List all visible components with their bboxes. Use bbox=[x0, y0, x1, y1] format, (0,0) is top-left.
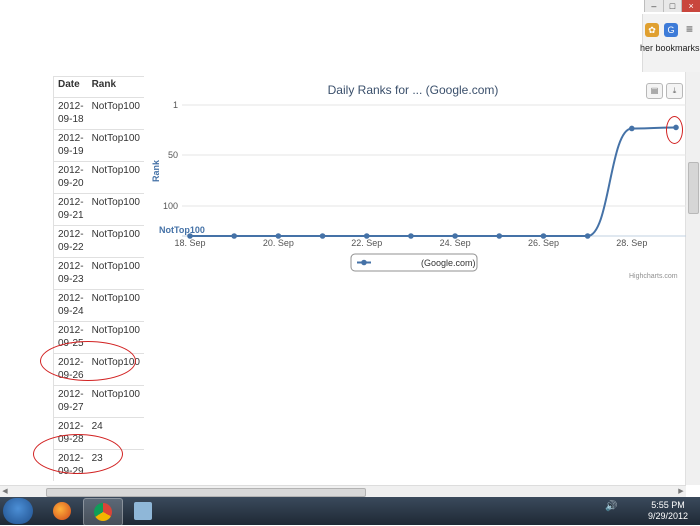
series-line bbox=[189, 126, 677, 238]
date-cell: 2012-09-21 bbox=[52, 193, 88, 226]
date-header: Date bbox=[52, 76, 88, 98]
chrome-taskbar-button[interactable] bbox=[83, 498, 123, 526]
x-tick-label: 28. Sep bbox=[616, 238, 647, 248]
close-button[interactable]: × bbox=[681, 0, 700, 12]
taskbar: 🔊 5:55 PM 9/29/2012 bbox=[0, 497, 700, 526]
date-cell: 2012-09-27 bbox=[52, 385, 88, 418]
x-tick-label: 26. Sep bbox=[528, 238, 559, 248]
clock-date: 9/29/2012 bbox=[647, 511, 689, 521]
rank-cell: NotTop100 bbox=[87, 385, 144, 418]
x-tick-label: 22. Sep bbox=[351, 238, 382, 248]
rank-chart: Daily Ranks for ... (Google.com) ▤ ⤓ 1 50… bbox=[133, 76, 688, 284]
table-row: 2012-09-21 NotTop100 bbox=[52, 193, 144, 226]
rank-table: Date Rank 2012-09-18 NotTop100 2012-09-19 N… bbox=[52, 76, 144, 481]
table-row: 2012-09-20 NotTop100 bbox=[52, 161, 144, 194]
chart-credit[interactable]: Highcharts.com bbox=[629, 273, 678, 280]
menu-icon[interactable]: ≡ bbox=[686, 22, 693, 36]
minimize-button[interactable]: – bbox=[644, 0, 663, 12]
data-point bbox=[540, 233, 547, 239]
x-tick-label: 24. Sep bbox=[440, 238, 471, 248]
clock-time: 5:55 PM bbox=[651, 500, 685, 510]
date-cell: 2012-09-19 bbox=[52, 129, 88, 162]
data-point bbox=[408, 233, 414, 239]
table-row: 2012-09-22 NotTop100 bbox=[52, 225, 144, 258]
rank-cell: NotTop100 bbox=[87, 289, 144, 322]
table-row: 2012-09-19 NotTop100 bbox=[52, 129, 144, 162]
data-point bbox=[584, 233, 591, 239]
firefox-icon bbox=[53, 502, 71, 520]
start-button[interactable] bbox=[3, 498, 33, 524]
table-row: 2012-09-18 NotTop100 bbox=[52, 97, 144, 130]
data-point bbox=[275, 233, 282, 239]
annotation-circle bbox=[666, 116, 683, 144]
volume-icon[interactable]: 🔊 bbox=[605, 501, 617, 512]
annotation-circle bbox=[40, 341, 136, 381]
legend-marker bbox=[361, 259, 367, 266]
clock[interactable]: 5:55 PM 9/29/2012 bbox=[643, 500, 693, 522]
y-tick-label: 1 bbox=[173, 100, 178, 110]
window-controls: – □ × bbox=[644, 0, 700, 12]
chart-plot: 1 50 100 NotTop100 Rank 18. Sep 20. Sep 22. Sep… bbox=[151, 100, 686, 272]
date-cell: 2012-09-20 bbox=[52, 161, 88, 194]
other-bookmarks[interactable]: her bookmarks bbox=[640, 43, 700, 53]
table-row: 2012-09-24 NotTop100 bbox=[52, 289, 144, 322]
maximize-button[interactable]: □ bbox=[662, 0, 682, 12]
data-point bbox=[629, 125, 635, 132]
browser-top-area bbox=[0, 0, 700, 72]
date-cell: 2012-09-18 bbox=[52, 97, 88, 130]
x-tick-label: 20. Sep bbox=[263, 238, 294, 248]
data-point bbox=[231, 233, 237, 239]
hscroll-thumb[interactable] bbox=[46, 488, 366, 497]
y-tick-label: 100 bbox=[163, 201, 178, 211]
data-point bbox=[452, 233, 458, 239]
extension-icon-2[interactable]: G bbox=[664, 23, 678, 37]
firefox-taskbar-button[interactable] bbox=[43, 498, 81, 524]
annotation-circle bbox=[33, 434, 123, 474]
y-tick-label: NotTop100 bbox=[159, 225, 205, 235]
date-cell: 2012-09-22 bbox=[52, 225, 88, 258]
y-tick-label: 50 bbox=[168, 150, 178, 160]
table-row: 2012-09-23 NotTop100 bbox=[52, 257, 144, 290]
window-icon bbox=[134, 502, 152, 520]
data-point bbox=[363, 233, 370, 239]
extension-icon[interactable]: ✿ bbox=[645, 23, 659, 37]
date-cell: 2012-09-24 bbox=[52, 289, 88, 322]
data-point bbox=[187, 233, 193, 239]
data-point bbox=[319, 233, 326, 239]
legend-label: (Google.com) bbox=[421, 258, 476, 268]
chrome-icon bbox=[94, 503, 112, 521]
x-tick-label: 18. Sep bbox=[174, 238, 205, 248]
data-point bbox=[496, 233, 503, 239]
app-taskbar-button[interactable] bbox=[124, 498, 162, 524]
date-cell: 2012-09-23 bbox=[52, 257, 88, 290]
table-row: 2012-09-27 NotTop100 bbox=[52, 385, 144, 418]
y-axis-label: Rank bbox=[151, 159, 161, 182]
